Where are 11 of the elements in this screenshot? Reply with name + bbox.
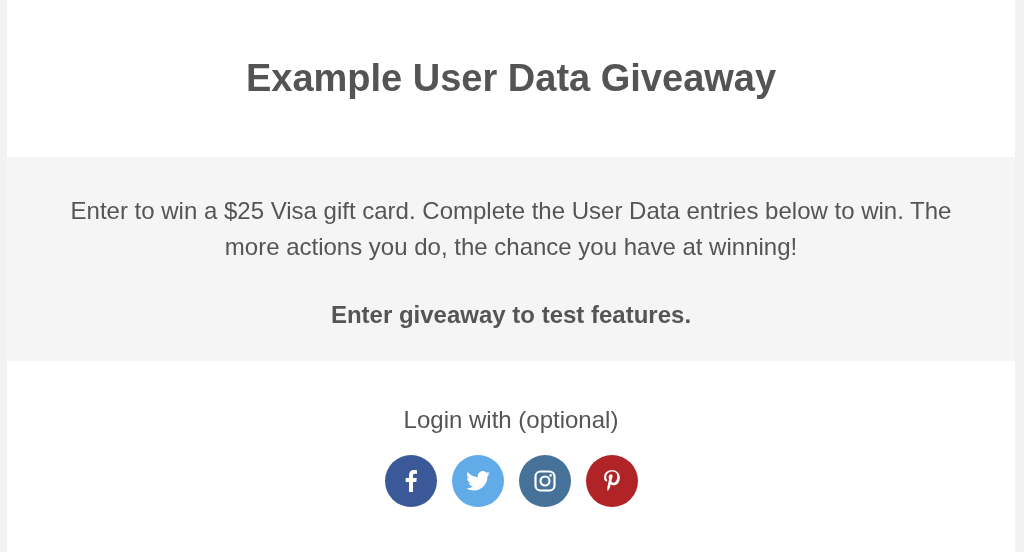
call-to-action: Enter giveaway to test features. — [329, 300, 693, 330]
letter-p-icon — [603, 470, 620, 492]
login-button[interactable] — [585, 455, 638, 507]
camera-icon — [533, 470, 556, 492]
login-button[interactable] — [384, 455, 437, 507]
login-label: Login with (optional) — [403, 405, 619, 435]
giveaway-title: Example User Data Giveaway — [245, 57, 777, 100]
login-button[interactable] — [518, 455, 571, 507]
letter-f-icon — [404, 470, 417, 492]
bird-icon — [465, 471, 490, 491]
giveaway-description: Enter to win a $25 Visa gift card. Complete the User Data entries below to win. The more actions you do, the chance you have at winning! — [69, 196, 953, 262]
